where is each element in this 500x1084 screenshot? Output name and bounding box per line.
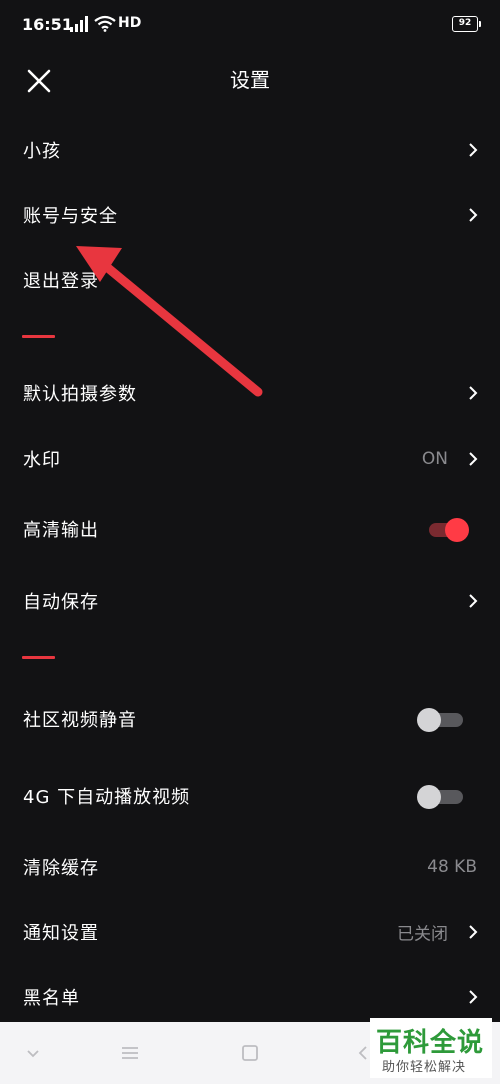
chevron-down-icon[interactable] — [22, 1042, 44, 1064]
chevron-right-icon — [469, 452, 478, 466]
watermark-title: 百科全说 — [376, 1028, 485, 1058]
settings-item-clear-cache[interactable]: 清除缓存 48 KB — [0, 837, 500, 897]
home-icon[interactable] — [239, 1042, 261, 1064]
settings-item-watermark[interactable]: 水印 ON — [0, 429, 500, 489]
battery-tip — [479, 21, 481, 27]
status-bar: 16:51 HD 92 — [0, 0, 500, 50]
chevron-right-icon — [469, 925, 478, 939]
wifi-icon — [94, 15, 116, 32]
header: 设置 — [0, 52, 500, 104]
settings-item-shooting-params[interactable]: 默认拍摄参数 — [0, 363, 500, 423]
chevron-right-icon — [469, 990, 478, 1004]
settings-item-label: 高清输出 — [23, 520, 99, 541]
settings-item-kids[interactable]: 小孩 — [0, 120, 500, 180]
settings-item-notifications[interactable]: 通知设置 已关闭 — [0, 902, 500, 962]
settings-item-label: 默认拍摄参数 — [23, 384, 137, 405]
signal-icon — [70, 16, 88, 32]
watermark-subtitle: 助你轻松解决 — [382, 1060, 467, 1075]
toggle-knob — [445, 518, 469, 542]
watermark-logo: 百科全说 助你轻松解决 — [370, 1018, 492, 1078]
settings-item-label: 退出登录 — [23, 271, 99, 292]
toggle-knob — [417, 785, 441, 809]
section-divider — [22, 656, 55, 659]
settings-item-value: ON — [421, 449, 448, 469]
chevron-right-icon — [469, 594, 478, 608]
settings-item-label: 社区视频静音 — [23, 710, 137, 731]
4g-autoplay-toggle[interactable] — [417, 781, 463, 811]
settings-item-label: 通知设置 — [23, 923, 99, 944]
settings-item-value: 已关闭 — [397, 924, 448, 945]
settings-item-account-security[interactable]: 账号与安全 — [0, 185, 500, 245]
network-type: HD — [118, 15, 142, 31]
settings-item-label: 4G 下自动播放视频 — [23, 787, 191, 808]
chevron-right-icon — [469, 386, 478, 400]
toggle-knob — [417, 708, 441, 732]
chevron-right-icon — [469, 143, 478, 157]
settings-item-value: 48 KB — [427, 857, 477, 877]
status-time: 16:51 — [22, 15, 73, 34]
chevron-right-icon — [469, 208, 478, 222]
hd-output-toggle[interactable] — [417, 514, 469, 544]
settings-item-label: 清除缓存 — [23, 858, 99, 879]
settings-item-label: 账号与安全 — [23, 206, 118, 227]
page-title: 设置 — [230, 68, 270, 92]
settings-item-label: 小孩 — [23, 141, 61, 162]
settings-item-logout[interactable]: 退出登录 — [0, 250, 500, 310]
section-divider — [22, 335, 55, 338]
settings-item-label: 水印 — [23, 450, 61, 471]
battery-level: 92 — [458, 18, 472, 28]
menu-icon[interactable] — [119, 1042, 141, 1064]
settings-item-auto-save[interactable]: 自动保存 — [0, 571, 500, 631]
battery-icon: 92 — [452, 16, 478, 32]
settings-item-label: 自动保存 — [23, 592, 99, 613]
settings-item-label: 黑名单 — [23, 988, 80, 1009]
community-mute-toggle[interactable] — [417, 704, 463, 734]
